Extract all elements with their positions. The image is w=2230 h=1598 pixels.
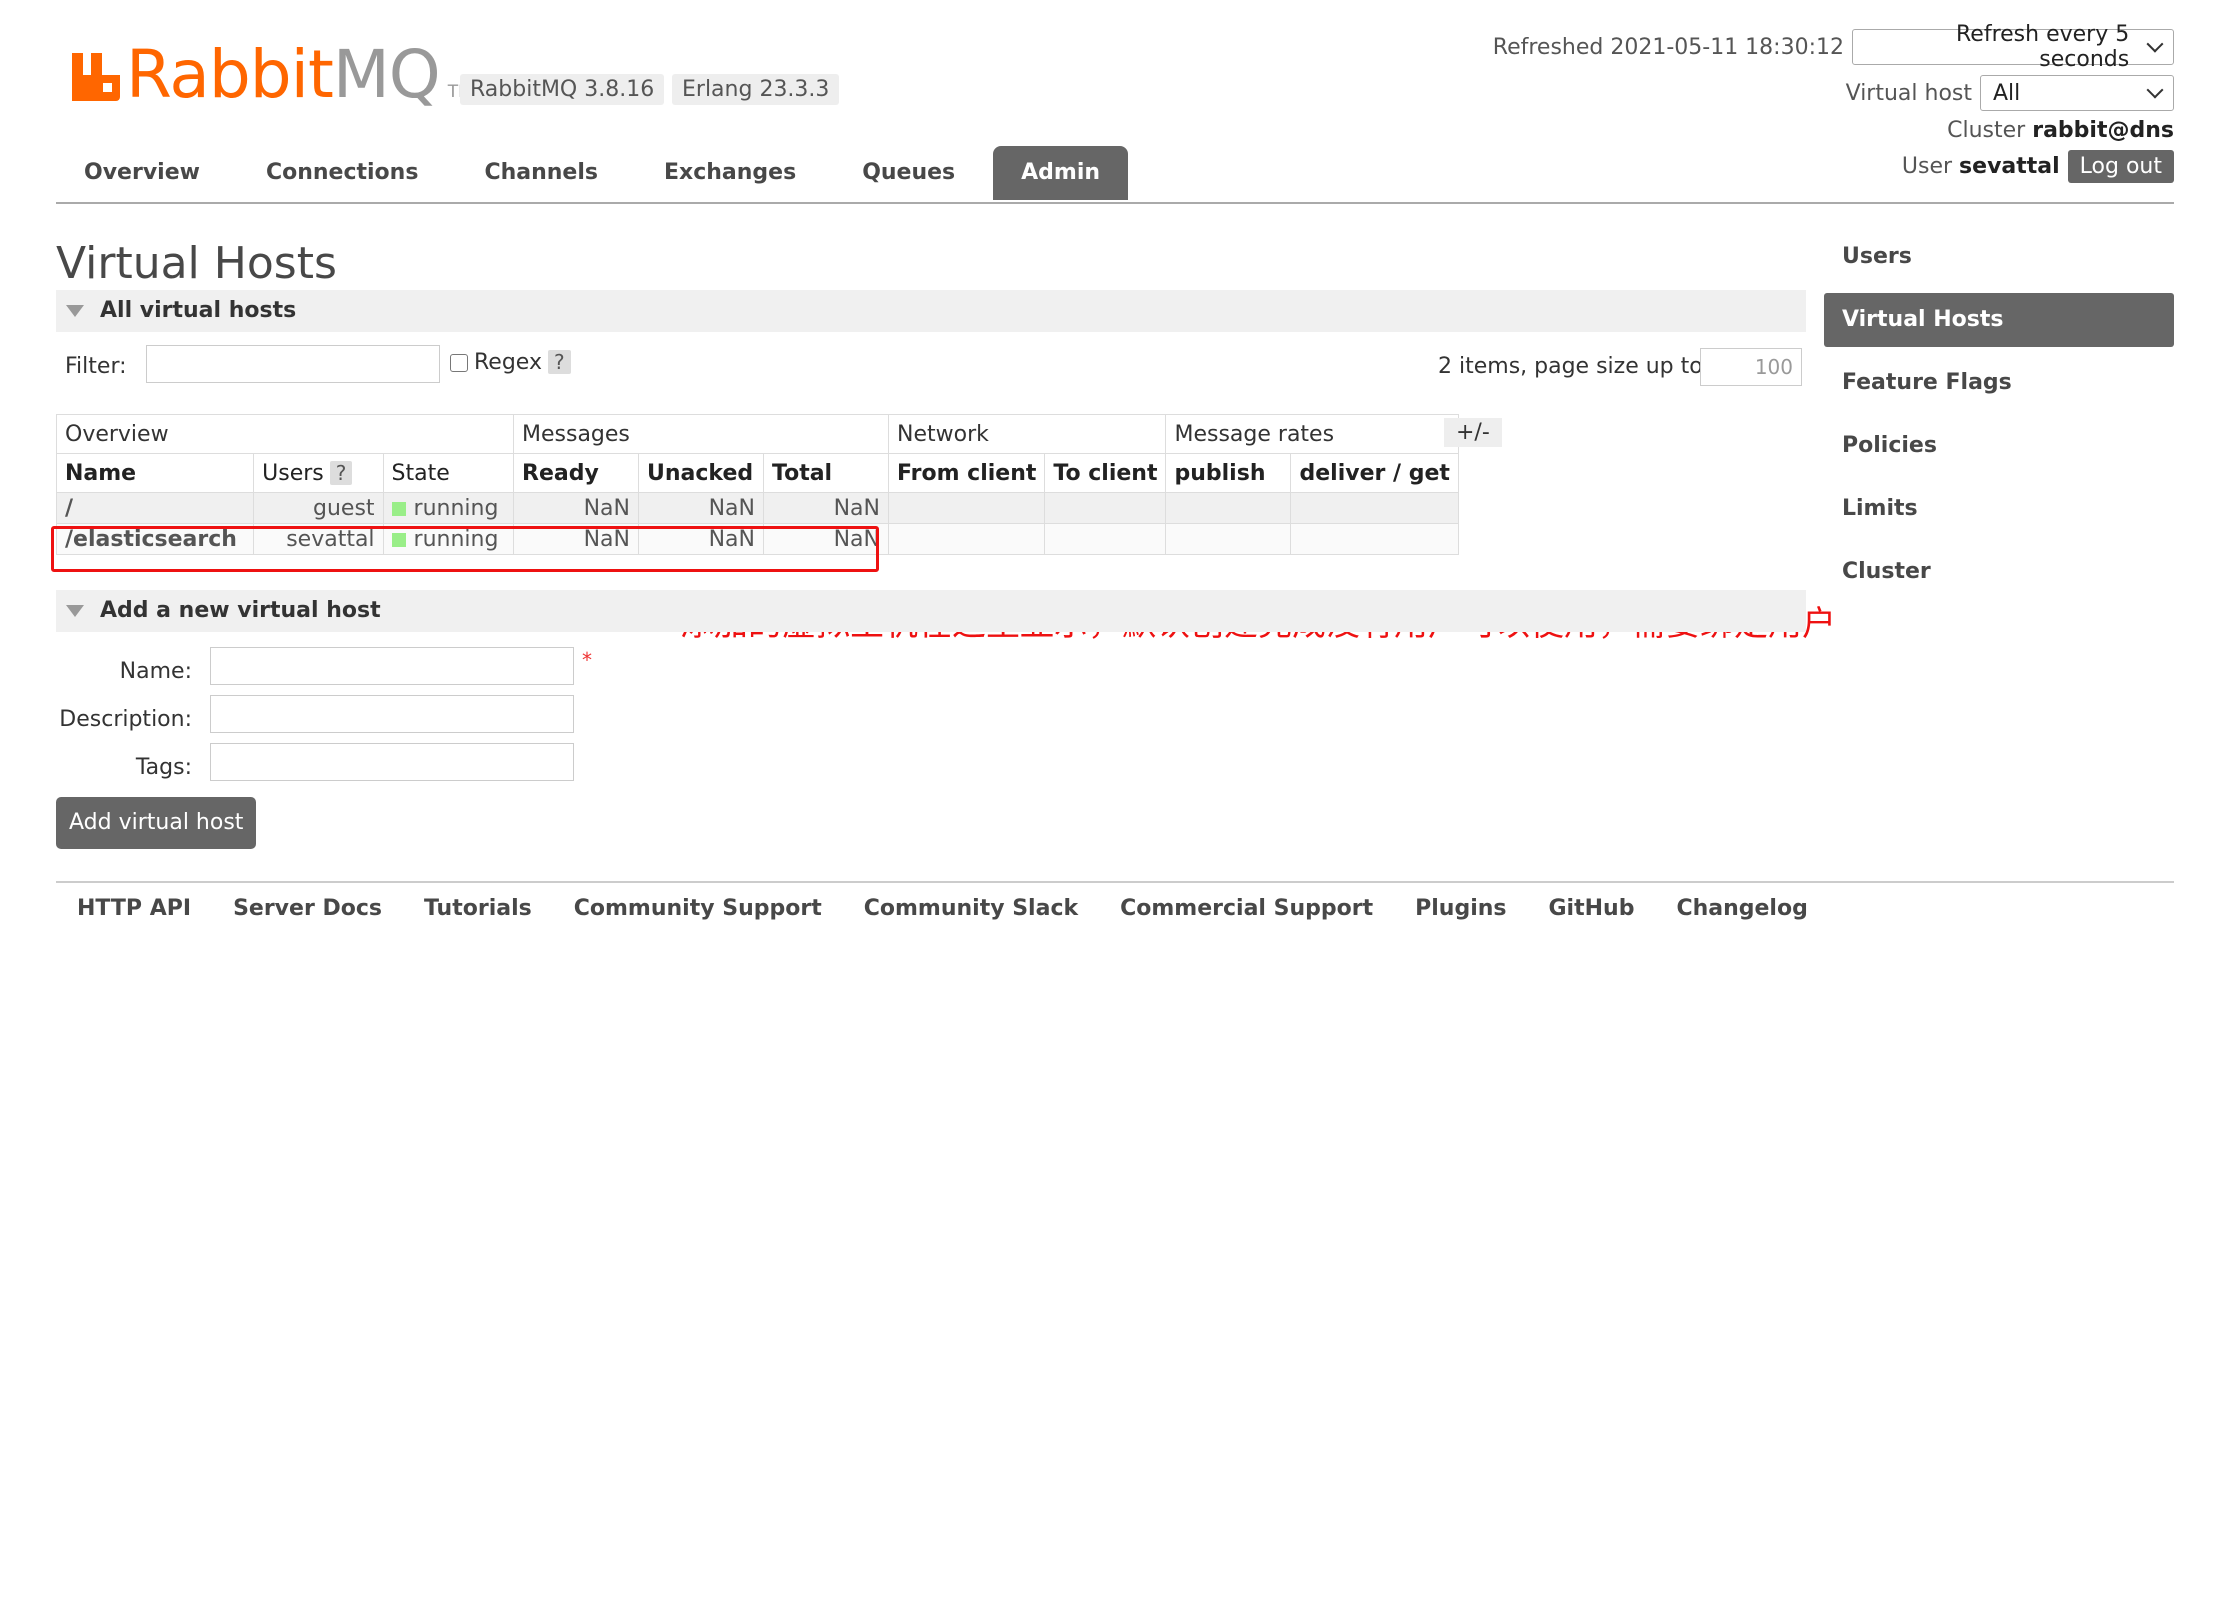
footer-link-community-slack[interactable]: Community Slack <box>864 896 1078 921</box>
refreshed-timestamp: Refreshed 2021-05-11 18:30:12 <box>1492 34 1844 60</box>
filter-input[interactable] <box>146 345 440 383</box>
vhost-to-client <box>1044 492 1167 524</box>
vhost-select[interactable]: All <box>1980 75 2174 111</box>
footer-link-http-api[interactable]: HTTP API <box>77 896 191 921</box>
col-header-state[interactable]: State <box>382 453 515 493</box>
main-nav: Overview Connections Channels Exchanges … <box>56 146 1138 200</box>
vhost-select-label: Virtual host <box>1845 80 1972 106</box>
logout-button[interactable]: Log out <box>2067 149 2174 183</box>
footer-divider <box>56 881 2174 883</box>
version-badge: RabbitMQ 3.8.16 <box>460 74 665 105</box>
description-label: Description: <box>59 707 192 732</box>
group-header-message-rates: Message rates <box>1165 414 1459 454</box>
vhost-name-input[interactable] <box>210 647 574 685</box>
page-title: Virtual Hosts <box>56 238 337 289</box>
user-label: User <box>1901 153 1953 179</box>
footer-link-changelog[interactable]: Changelog <box>1676 896 1807 921</box>
footer-link-plugins[interactable]: Plugins <box>1415 896 1506 921</box>
tab-channels[interactable]: Channels <box>456 146 626 200</box>
rabbitmq-logo-icon <box>72 53 120 101</box>
vhost-deliver-get <box>1290 523 1459 555</box>
cluster-label: Cluster <box>1947 117 2026 143</box>
collapse-triangle-icon <box>66 605 84 617</box>
cluster-name: rabbit@dns <box>2032 117 2174 143</box>
col-header-deliver-get[interactable]: deliver / get <box>1290 453 1459 493</box>
table-row: / guest running NaN NaN NaN <box>55 492 1459 524</box>
group-header-messages: Messages <box>513 414 889 454</box>
all-vhosts-section-toggle[interactable]: All virtual hosts <box>56 290 1806 332</box>
user-name: sevattal <box>1959 153 2060 179</box>
col-header-to-client[interactable]: To client <box>1044 453 1167 493</box>
regex-checkbox[interactable] <box>450 354 468 372</box>
tags-label: Tags: <box>135 755 192 780</box>
nav-divider <box>56 202 2174 204</box>
tab-admin[interactable]: Admin <box>993 146 1129 200</box>
col-header-users: Users? <box>253 453 384 493</box>
status-panel: Refreshed 2021-05-11 18:30:12 Refresh ev… <box>1492 22 2174 184</box>
vhost-publish <box>1165 492 1292 524</box>
vhost-publish <box>1165 523 1292 555</box>
vhost-users: guest <box>253 492 384 524</box>
regex-label: Regex <box>474 350 542 375</box>
col-header-publish[interactable]: publish <box>1165 453 1292 493</box>
pagination-text: 2 items, page size up to <box>1438 354 1703 379</box>
side-item-policies[interactable]: Policies <box>1824 419 2174 473</box>
filter-label: Filter: <box>65 354 127 379</box>
col-header-ready[interactable]: Ready <box>513 453 639 493</box>
add-virtual-host-button[interactable]: Add virtual host <box>56 797 257 849</box>
admin-side-nav: Users Virtual Hosts Feature Flags Polici… <box>1824 230 2174 608</box>
vhost-total: NaN <box>763 492 889 524</box>
regex-help-button[interactable]: ? <box>547 350 571 374</box>
users-help-button[interactable]: ? <box>329 460 353 485</box>
footer-link-github[interactable]: GitHub <box>1549 896 1635 921</box>
side-item-cluster[interactable]: Cluster <box>1824 545 2174 599</box>
vhost-name-link[interactable]: / <box>55 492 255 524</box>
erlang-badge: Erlang 23.3.3 <box>672 74 840 105</box>
regex-option: Regex? <box>450 350 571 375</box>
group-header-network: Network <box>887 414 1167 454</box>
group-header-overview: Overview <box>56 414 514 454</box>
col-header-from-client[interactable]: From client <box>887 453 1046 493</box>
page-size-input[interactable]: 100 <box>1700 348 1802 386</box>
tab-connections[interactable]: Connections <box>238 146 446 200</box>
col-header-name[interactable]: Name <box>55 453 255 493</box>
tab-overview[interactable]: Overview <box>56 146 228 200</box>
side-item-limits[interactable]: Limits <box>1824 482 2174 536</box>
col-header-total[interactable]: Total <box>763 453 889 493</box>
name-label: Name: <box>119 659 192 684</box>
add-vhost-section-toggle[interactable]: Add a new virtual host <box>56 590 1806 632</box>
rabbitmq-logo: RabbitMQ TM <box>72 40 473 110</box>
side-item-feature-flags[interactable]: Feature Flags <box>1824 356 2174 410</box>
chevron-down-icon <box>2146 35 2164 53</box>
footer-link-server-docs[interactable]: Server Docs <box>233 896 382 921</box>
vhost-state: running <box>382 492 515 524</box>
vhost-from-client <box>887 523 1046 555</box>
side-item-users[interactable]: Users <box>1824 230 2174 284</box>
footer-links: HTTP API Server Docs Tutorials Community… <box>56 896 1829 921</box>
chevron-down-icon <box>2146 81 2164 99</box>
side-item-virtual-hosts[interactable]: Virtual Hosts <box>1824 293 2174 347</box>
tab-exchanges[interactable]: Exchanges <box>636 146 824 200</box>
tab-queues[interactable]: Queues <box>834 146 983 200</box>
footer-link-commercial-support[interactable]: Commercial Support <box>1120 896 1373 921</box>
required-mark: * <box>582 648 592 672</box>
vhost-from-client <box>887 492 1046 524</box>
columns-toggle-button[interactable]: +/- <box>1444 418 1502 447</box>
vhost-tags-input[interactable] <box>210 743 574 781</box>
col-header-unacked[interactable]: Unacked <box>638 453 764 493</box>
highlight-box <box>51 526 879 572</box>
collapse-triangle-icon <box>66 305 84 317</box>
vhost-ready: NaN <box>513 492 639 524</box>
vhost-description-input[interactable] <box>210 695 574 733</box>
state-indicator-icon <box>391 501 406 516</box>
vhost-to-client <box>1044 523 1167 555</box>
vhost-unacked: NaN <box>638 492 764 524</box>
footer-link-community-support[interactable]: Community Support <box>574 896 822 921</box>
refresh-interval-select[interactable]: Refresh every 5 seconds <box>1852 22 2174 72</box>
vhost-deliver-get <box>1290 492 1459 524</box>
footer-link-tutorials[interactable]: Tutorials <box>424 896 532 921</box>
